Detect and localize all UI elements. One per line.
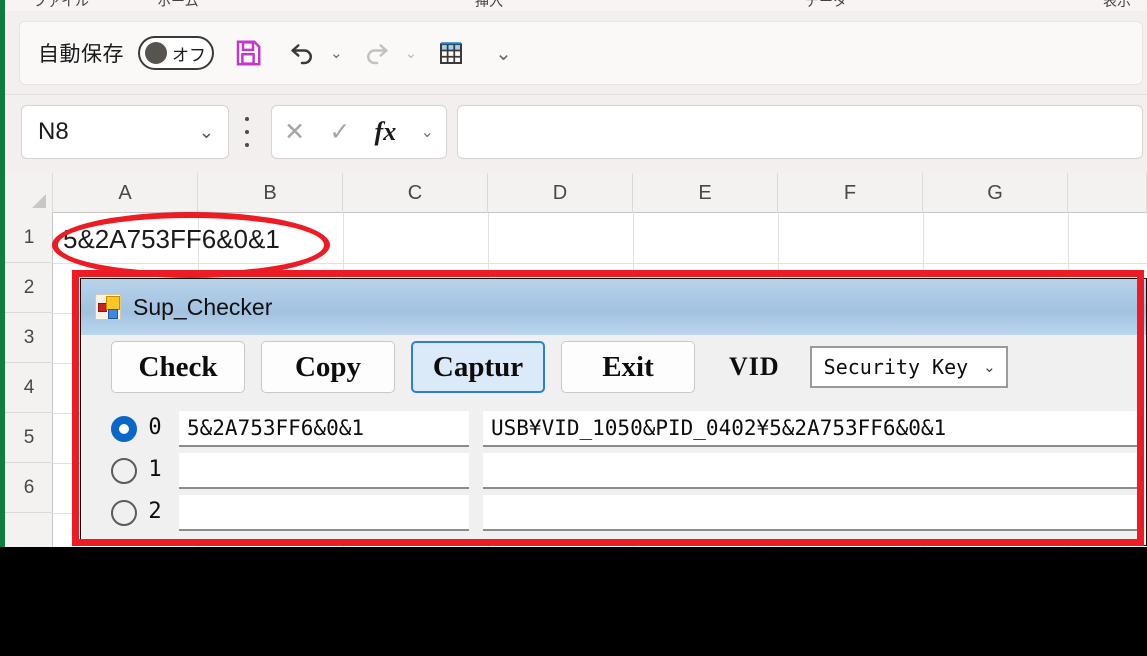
column-header-g[interactable]: G <box>923 173 1068 213</box>
confirm-icon[interactable]: ✓ <box>329 117 350 147</box>
formula-bar-controls: ✕ ✓ fx ⌄ <box>271 105 447 159</box>
device-row: 1 <box>111 453 1146 495</box>
column-header-e[interactable]: E <box>633 173 778 213</box>
row-header-column: 1 2 3 4 5 6 <box>5 213 53 547</box>
device-radio-1[interactable] <box>111 458 137 484</box>
device-radio-0[interactable] <box>111 416 137 442</box>
device-row: 2 <box>111 495 1146 537</box>
column-header-d[interactable]: D <box>488 173 633 213</box>
vid-combobox-value: Security Key <box>823 355 969 379</box>
row-header-3[interactable]: 3 <box>5 313 53 363</box>
device-index-0: 0 <box>148 415 162 440</box>
ribbon-tab-view[interactable]: 表示 <box>1103 0 1131 11</box>
dialog-title: Sup_Checker <box>133 293 273 320</box>
device-index-2: 2 <box>148 499 162 524</box>
undo-button[interactable] <box>282 33 322 73</box>
column-header-b[interactable]: B <box>198 173 343 213</box>
redo-icon <box>366 44 388 65</box>
capture-button[interactable]: Captur <box>411 341 545 393</box>
undo-dropdown-caret-icon[interactable]: ⌄ <box>330 44 343 62</box>
autosave-toggle-knob <box>145 42 167 64</box>
screen: ファイル ホーム 挿入 データ 表示 自動保存 オフ ⌄ ⌄ ⌄ N8 ⌄ ✕ … <box>0 0 1147 656</box>
vid-label: VID <box>729 352 780 381</box>
device-serial-field-0[interactable]: 5&2A753FF6&0&1 <box>179 411 469 447</box>
dialog-button-row: Check Copy Captur Exit VID Security Key … <box>111 341 1008 393</box>
formula-bar-row: N8 ⌄ ✕ ✓ fx ⌄ <box>5 95 1147 173</box>
name-box-value: N8 <box>38 118 69 145</box>
exit-button[interactable]: Exit <box>561 341 695 393</box>
column-header-row: A B C D E F G <box>5 173 1147 213</box>
save-icon <box>236 40 261 66</box>
name-box[interactable]: N8 ⌄ <box>21 105 229 159</box>
dialog-body: Check Copy Captur Exit VID Security Key … <box>81 335 1146 545</box>
row-header-1[interactable]: 1 <box>5 213 53 263</box>
sup-checker-dialog: Sup_Checker Check Copy Captur Exit VID S… <box>80 278 1147 546</box>
check-button[interactable]: Check <box>111 341 245 393</box>
formula-input[interactable] <box>457 105 1143 159</box>
copy-button[interactable]: Copy <box>261 341 395 393</box>
row-header-2[interactable]: 2 <box>5 263 53 313</box>
cancel-icon[interactable]: ✕ <box>284 117 305 147</box>
ribbon-tab-strip: ファイル ホーム 挿入 データ 表示 <box>5 0 1147 11</box>
chevron-down-icon[interactable]: ⌄ <box>983 358 996 376</box>
device-path-field-2[interactable] <box>483 495 1143 531</box>
undo-icon <box>291 44 312 65</box>
select-all-corner[interactable] <box>5 173 53 213</box>
dialog-title-bar[interactable]: Sup_Checker <box>81 279 1146 335</box>
ribbon-tab-file[interactable]: ファイル <box>33 0 89 11</box>
ribbon-tab-data[interactable]: データ <box>805 0 847 11</box>
device-row-list: 0 5&2A753FF6&0&1 USB¥VID_1050&PID_0402¥5… <box>111 411 1146 545</box>
save-button[interactable] <box>228 33 268 73</box>
name-box-chevron-down-icon[interactable]: ⌄ <box>199 122 214 143</box>
ribbon-tab-home[interactable]: ホーム <box>157 0 199 11</box>
autosave-label: 自動保存 <box>38 43 124 66</box>
insert-function-icon[interactable]: fx <box>375 117 397 147</box>
device-path-field-1[interactable] <box>483 453 1143 489</box>
formula-expand-caret-icon[interactable]: ⌄ <box>420 122 433 142</box>
device-index-1: 1 <box>148 457 162 482</box>
vid-combobox[interactable]: Security Key ⌄ <box>809 346 1008 388</box>
row-header-6[interactable]: 6 <box>5 463 53 513</box>
device-serial-field-2[interactable] <box>179 495 469 531</box>
column-header-c[interactable]: C <box>343 173 488 213</box>
cell-a1[interactable]: 5&2A753FF6&0&1 <box>63 224 280 255</box>
table-button[interactable] <box>431 33 471 73</box>
app-left-edge <box>0 0 5 547</box>
windows-forms-icon <box>95 294 121 320</box>
column-header-f[interactable]: F <box>778 173 923 213</box>
device-row: 0 5&2A753FF6&0&1 USB¥VID_1050&PID_0402¥5… <box>111 411 1146 453</box>
autosave-state-label: オフ <box>172 45 206 65</box>
row-header-4[interactable]: 4 <box>5 363 53 413</box>
column-header-a[interactable]: A <box>53 173 198 213</box>
quick-access-toolbar: 自動保存 オフ ⌄ ⌄ ⌄ <box>5 11 1147 95</box>
device-path-field-0[interactable]: USB¥VID_1050&PID_0402¥5&2A753FF6&0&1 <box>483 411 1143 447</box>
table-icon <box>440 42 463 64</box>
device-radio-2[interactable] <box>111 500 137 526</box>
qat-more-caret-icon[interactable]: ⌄ <box>495 41 512 66</box>
formula-bar-overflow-icon[interactable] <box>245 117 249 147</box>
column-header-h[interactable] <box>1068 173 1147 213</box>
autosave-toggle[interactable]: オフ <box>138 36 214 70</box>
quick-access-toolbar-inner: 自動保存 オフ ⌄ ⌄ ⌄ <box>19 21 1143 85</box>
ribbon-tab-insert[interactable]: 挿入 <box>475 0 503 11</box>
redo-button[interactable] <box>357 33 397 73</box>
device-serial-field-1[interactable] <box>179 453 469 489</box>
redo-dropdown-caret-icon[interactable]: ⌄ <box>405 44 418 62</box>
row-header-5[interactable]: 5 <box>5 413 53 463</box>
